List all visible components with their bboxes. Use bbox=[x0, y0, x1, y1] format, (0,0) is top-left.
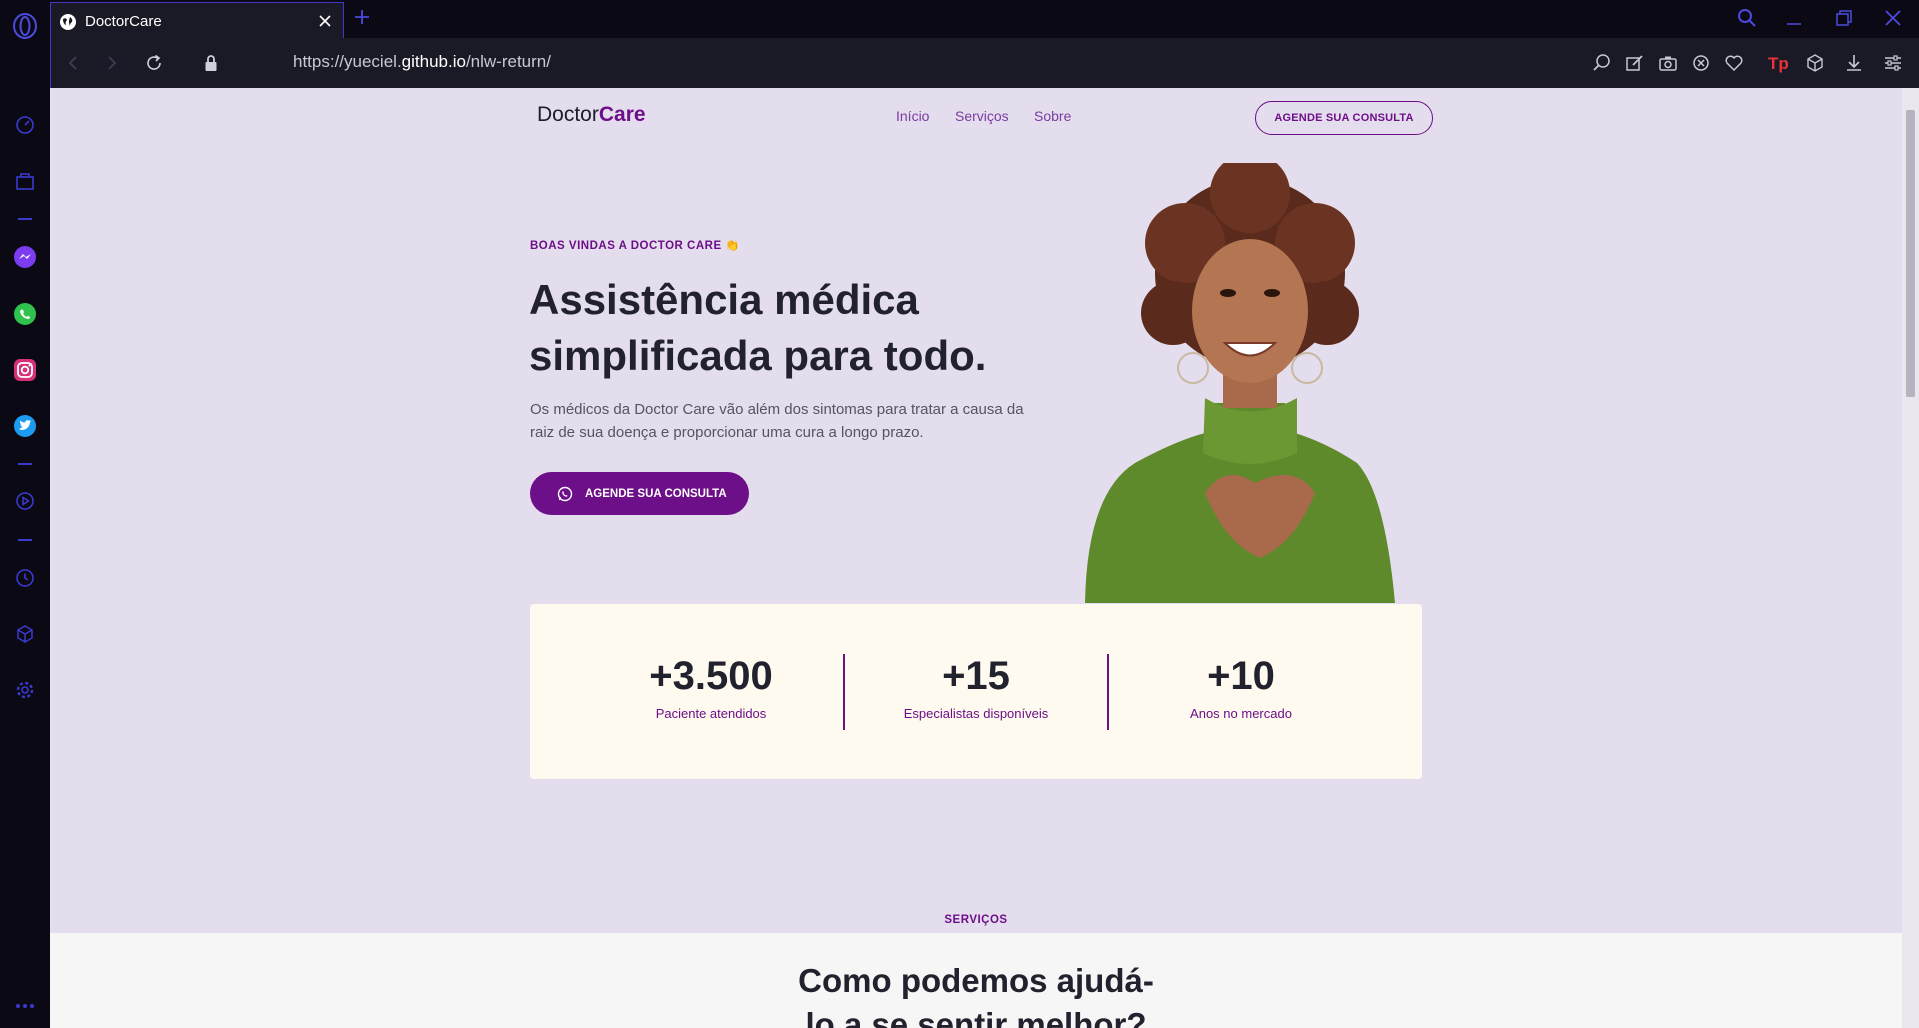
close-window-icon[interactable] bbox=[1884, 9, 1902, 27]
stat-years: +10 Anos no mercado bbox=[1126, 654, 1356, 721]
whatsapp-icon bbox=[557, 486, 573, 502]
instagram-icon[interactable] bbox=[12, 357, 38, 383]
sidebar-divider bbox=[18, 539, 32, 541]
edit-pen-icon[interactable] bbox=[1625, 53, 1645, 73]
hero-schedule-button[interactable]: AGENDE SUA CONSULTA bbox=[530, 472, 749, 515]
download-icon[interactable] bbox=[1844, 53, 1864, 73]
tp-extension-icon[interactable]: Tp bbox=[1767, 52, 1789, 74]
extensions-icon[interactable] bbox=[1805, 53, 1825, 73]
stat-value: +10 bbox=[1207, 654, 1275, 698]
header-schedule-button[interactable]: AGENDE SUA CONSULTA bbox=[1255, 101, 1433, 135]
stat-divider bbox=[1107, 654, 1109, 730]
find-icon[interactable] bbox=[1592, 53, 1612, 73]
ad-block-icon[interactable] bbox=[1691, 53, 1711, 73]
services-eyebrow: SERVIÇOS bbox=[944, 914, 1008, 926]
new-tab-plus-icon[interactable] bbox=[353, 8, 371, 26]
nav-link-sobre[interactable]: Sobre bbox=[1034, 108, 1071, 124]
stat-label: Especialistas disponíveis bbox=[903, 706, 1049, 721]
extensions-cube-icon[interactable] bbox=[12, 621, 38, 647]
forward-arrow-icon[interactable] bbox=[103, 54, 121, 72]
nav-link-servicos[interactable]: Serviços bbox=[955, 108, 1009, 124]
page-scrollbar[interactable] bbox=[1902, 88, 1919, 1028]
history-icon[interactable] bbox=[12, 565, 38, 591]
minimize-icon[interactable] bbox=[1785, 10, 1803, 28]
services-section: Como podemos ajudá-lo a se sentir melhor… bbox=[50, 933, 1902, 1028]
scrollbar-thumb[interactable] bbox=[1906, 110, 1915, 397]
url-field[interactable]: https://yueciel.github.io/nlw-return/ bbox=[293, 52, 551, 72]
nav-link-inicio[interactable]: Início bbox=[896, 108, 929, 124]
services-title: Como podemos ajudá-lo a se sentir melhor… bbox=[798, 962, 1154, 1028]
back-arrow-icon[interactable] bbox=[64, 54, 82, 72]
stat-label: Anos no mercado bbox=[1190, 706, 1292, 721]
stat-value: +15 bbox=[942, 654, 1010, 698]
reload-icon[interactable] bbox=[144, 53, 164, 73]
browser-sidebar bbox=[0, 0, 50, 1028]
stat-specialists: +15 Especialistas disponíveis bbox=[861, 654, 1091, 721]
stat-divider bbox=[843, 654, 845, 730]
hero-eyebrow: BOAS VINDAS A DOCTOR CARE 👏 bbox=[530, 240, 741, 252]
stat-label: Paciente atendidos bbox=[655, 706, 767, 721]
speed-dial-icon[interactable] bbox=[12, 112, 38, 138]
search-icon[interactable] bbox=[1737, 8, 1757, 28]
sidebar-divider bbox=[18, 463, 32, 465]
camera-icon[interactable] bbox=[1658, 53, 1678, 73]
svg-text:Tp: Tp bbox=[1768, 54, 1789, 73]
player-icon[interactable] bbox=[12, 488, 38, 514]
hero-cta-label: AGENDE SUA CONSULTA bbox=[585, 487, 727, 500]
easy-setup-icon[interactable] bbox=[1883, 53, 1903, 73]
tab-doctorcare[interactable]: DoctorCare bbox=[50, 2, 344, 40]
more-dots-icon[interactable] bbox=[12, 993, 38, 1019]
stats-card: +3.500 Paciente atendidos +15 Especialis… bbox=[530, 604, 1422, 779]
stat-value: +3.500 bbox=[649, 654, 773, 698]
hero-description: Os médicos da Doctor Care vão além dos s… bbox=[530, 401, 1024, 441]
site-logo[interactable]: DoctorCare bbox=[537, 103, 646, 127]
settings-gear-icon[interactable] bbox=[12, 677, 38, 703]
workspace-icon[interactable] bbox=[12, 168, 38, 194]
heart-icon[interactable] bbox=[1724, 53, 1744, 73]
tab-title: DoctorCare bbox=[85, 13, 162, 30]
stat-patients: +3.500 Paciente atendidos bbox=[596, 654, 826, 721]
page-viewport: DoctorCare Início Serviços Sobre AGENDE … bbox=[50, 88, 1902, 1028]
globe-icon bbox=[59, 13, 77, 31]
whatsapp-icon[interactable] bbox=[12, 301, 38, 327]
sidebar-divider bbox=[18, 218, 32, 220]
messenger-icon[interactable] bbox=[12, 244, 38, 270]
opera-logo-icon[interactable] bbox=[12, 13, 38, 39]
address-bar: https://yueciel.github.io/nlw-return/ Tp bbox=[50, 38, 1919, 88]
tab-close-icon[interactable] bbox=[315, 11, 335, 31]
twitter-icon[interactable] bbox=[12, 413, 38, 439]
restore-icon[interactable] bbox=[1835, 9, 1853, 27]
lock-icon[interactable] bbox=[204, 54, 218, 72]
doctor-portrait-image bbox=[1065, 163, 1435, 603]
hero-title: Assistência médica simplificada para tod… bbox=[529, 276, 987, 379]
